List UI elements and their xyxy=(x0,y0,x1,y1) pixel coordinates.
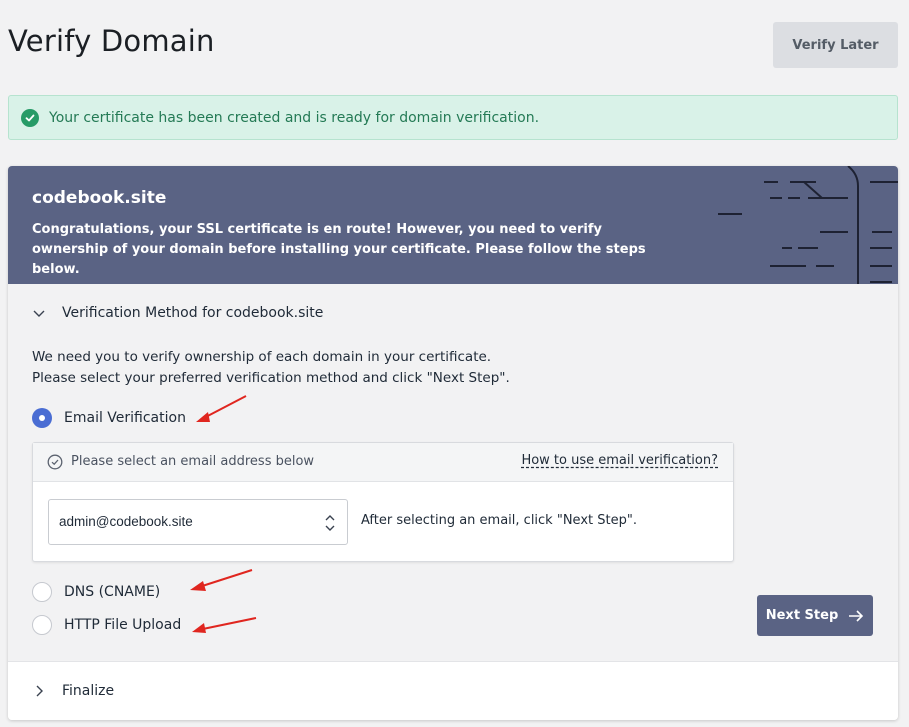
header-decoration xyxy=(718,166,898,284)
email-panel-header: Please select an email address below How… xyxy=(33,443,733,482)
chevron-down-icon xyxy=(33,310,45,317)
option-label-http[interactable]: HTTP File Upload xyxy=(64,617,181,633)
annotation-arrow-dns xyxy=(190,569,253,591)
annotation-arrow-email xyxy=(196,395,247,422)
alert-message: Your certificate has been created and is… xyxy=(49,109,540,126)
instructions-line-1: We need you to verify ownership of each … xyxy=(32,349,492,365)
email-verification-panel: Please select an email address below How… xyxy=(32,442,734,562)
verify-domain-page: Verify Domain Verify Later Your certific… xyxy=(0,0,909,727)
after-select-note: After selecting an email, click "Next St… xyxy=(361,513,637,528)
email-select-hint: Please select an email address below xyxy=(71,454,315,469)
radio-dns-cname[interactable] xyxy=(32,582,52,602)
verification-method-toggle[interactable]: Verification Method for codebook.site xyxy=(8,296,898,330)
email-verification-help-link[interactable]: How to use email verification? xyxy=(521,453,718,468)
email-select-value: admin@codebook.site xyxy=(59,514,193,529)
card-header: codebook.site Congratulations, your SSL … xyxy=(8,166,898,284)
next-step-button[interactable]: Next Step xyxy=(757,595,873,636)
radio-http-file-upload[interactable] xyxy=(32,615,52,635)
select-arrows-icon xyxy=(325,515,335,531)
check-circle-icon xyxy=(21,108,39,127)
verification-card: codebook.site Congratulations, your SSL … xyxy=(8,166,898,720)
success-alert: Your certificate has been created and is… xyxy=(8,95,898,140)
annotation-arrow-http xyxy=(192,617,257,633)
instructions-line-2: Please select your preferred verificatio… xyxy=(32,370,510,386)
check-circle-outline-icon xyxy=(47,454,63,470)
finalize-label: Finalize xyxy=(62,683,115,699)
instructions: We need you to verify ownership of each … xyxy=(32,347,510,389)
option-label-dns[interactable]: DNS (CNAME) xyxy=(64,584,160,600)
email-select[interactable]: admin@codebook.site xyxy=(48,499,348,545)
page-title: Verify Domain xyxy=(8,24,215,58)
radio-email-verification[interactable] xyxy=(32,408,52,428)
next-step-label: Next Step xyxy=(765,608,839,623)
option-label-email[interactable]: Email Verification xyxy=(64,410,186,426)
verify-later-button[interactable]: Verify Later xyxy=(773,22,898,68)
arrow-right-icon xyxy=(849,609,864,622)
section-title: Verification Method for codebook.site xyxy=(62,305,324,321)
finalize-toggle[interactable]: Finalize xyxy=(8,661,898,720)
chevron-right-icon xyxy=(36,685,43,697)
domain-name: codebook.site xyxy=(32,188,167,208)
header-description: Congratulations, your SSL certificate is… xyxy=(32,222,646,277)
